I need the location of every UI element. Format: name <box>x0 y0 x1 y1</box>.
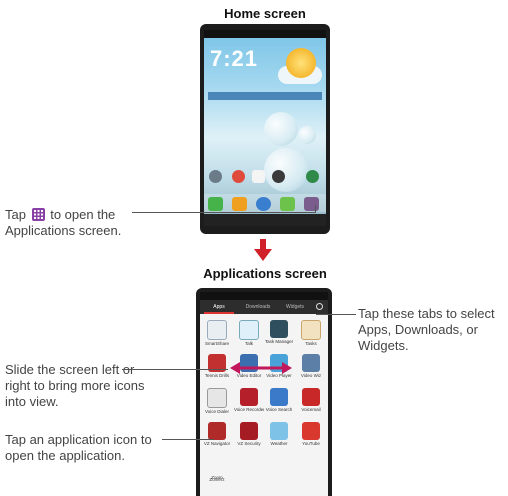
leader-line <box>316 314 356 315</box>
weather-icon <box>270 422 288 440</box>
leader-line <box>162 439 214 440</box>
app-tasks[interactable]: Tasks <box>296 320 326 347</box>
leader-line <box>132 212 316 213</box>
talk-icon <box>239 320 259 340</box>
app-weather[interactable]: Weather <box>264 422 294 447</box>
voicemail-icon <box>302 388 320 406</box>
home-screen-title: Home screen <box>224 6 306 21</box>
contacts-icon[interactable] <box>232 197 247 211</box>
weather-sun-icon <box>286 48 316 78</box>
app-youtube[interactable]: YouTube <box>296 422 326 447</box>
apps-grid-icon <box>31 208 45 221</box>
bubble-graphic <box>264 148 308 192</box>
zoom-icon <box>208 456 226 474</box>
app-vz-security[interactable]: VZ Security <box>234 422 264 447</box>
callout-text-apps: Applications screen. <box>5 223 122 238</box>
leader-line <box>315 205 316 213</box>
voice-search-icon <box>270 388 288 406</box>
video-wiz-icon <box>302 354 320 372</box>
app-shortcut-icon[interactable] <box>209 170 222 183</box>
home-screen-phone: 7:21 <box>200 24 330 234</box>
applications-screen-display: Apps Downloads Widgets SmartShare Talk T… <box>200 292 328 496</box>
widget-strip <box>208 92 322 100</box>
task-manager-icon <box>270 320 288 338</box>
tab-downloads[interactable]: Downloads <box>238 300 278 314</box>
app-voice-search[interactable]: Voice Search <box>264 388 294 413</box>
app-voice-recorder[interactable]: Voice Recorder <box>234 388 264 413</box>
dock <box>204 194 326 212</box>
bubble-graphic <box>298 126 316 144</box>
app-talk[interactable]: Talk <box>234 320 264 347</box>
vz-security-icon <box>240 422 258 440</box>
status-bar <box>200 292 328 300</box>
browser-icon[interactable] <box>256 197 271 211</box>
callout-text-open: to open the <box>50 207 116 222</box>
app-shortcut-icon[interactable] <box>272 170 285 183</box>
app-voicemail[interactable]: Voicemail <box>296 388 326 413</box>
tasks-icon <box>301 320 321 340</box>
smartshare-icon <box>207 320 227 340</box>
gear-icon[interactable] <box>316 303 323 310</box>
app-smartshare[interactable]: SmartShare <box>202 320 232 347</box>
app-tennis-drills[interactable]: Tennis Drills <box>202 354 232 379</box>
navigation-bar <box>204 214 326 226</box>
messaging-icon[interactable] <box>280 197 295 211</box>
voice-dialer-icon <box>207 388 227 408</box>
applications-screen-phone: Apps Downloads Widgets SmartShare Talk T… <box>196 288 332 496</box>
bubble-graphic <box>264 112 298 146</box>
app-vz-navigator[interactable]: VZ Navigator <box>202 422 232 447</box>
tabs-callout: Tap these tabs to select Apps, Downloads… <box>358 306 495 353</box>
app-shortcut-icon[interactable] <box>306 170 319 183</box>
tap-app-callout: Tap an application icon to open the appl… <box>5 432 152 463</box>
phone-icon[interactable] <box>208 197 223 211</box>
applications-screen-title: Applications screen <box>203 266 327 281</box>
app-shortcut-icon[interactable] <box>232 170 245 183</box>
tab-bar: Apps Downloads Widgets <box>200 300 328 314</box>
app-zomerz[interactable]: Zomerz <box>202 476 232 483</box>
app-voice-dialer[interactable]: Voice Dialer <box>202 388 232 415</box>
app-video-wiz[interactable]: Video Wiz <box>296 354 326 379</box>
voice-recorder-icon <box>240 388 258 406</box>
status-bar <box>204 30 326 38</box>
app-task-manager[interactable]: Task Manager <box>264 320 294 345</box>
double-arrow-icon <box>230 362 292 374</box>
youtube-icon <box>302 422 320 440</box>
vz-navigator-icon <box>208 422 226 440</box>
apps-grid-icon[interactable] <box>304 197 319 211</box>
down-arrow-icon <box>254 239 272 261</box>
callout-text-tap: Tap <box>5 207 26 222</box>
tab-widgets[interactable]: Widgets <box>280 300 310 314</box>
home-screen-display: 7:21 <box>204 30 326 226</box>
app-shortcut-icon[interactable] <box>252 170 265 183</box>
tab-apps[interactable]: Apps <box>204 300 234 314</box>
clock-widget: 7:21 <box>210 46 259 71</box>
leader-line <box>122 369 228 370</box>
